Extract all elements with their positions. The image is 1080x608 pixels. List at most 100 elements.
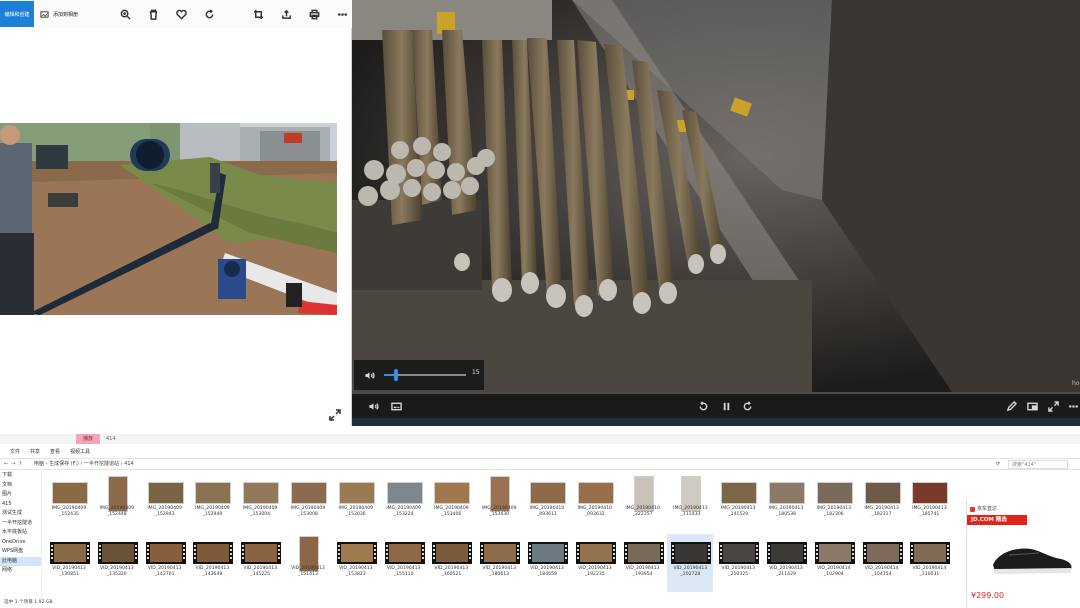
file-name: VID_20190413 _184659 <box>530 566 564 577</box>
rotate-icon[interactable] <box>195 0 223 28</box>
video-file-item[interactable]: VID_20190414 _102904 <box>811 534 857 592</box>
jd-ad-popup[interactable]: 京东直达 JD.COM 精选 ¥299.00 <box>966 501 1080 608</box>
video-file-item[interactable]: VID_20190413 _153823 <box>333 534 379 592</box>
video-file-item[interactable]: VID_20190413 _180613 <box>476 534 522 592</box>
search-input[interactable]: 搜索"414" <box>1008 460 1068 469</box>
print-icon[interactable] <box>300 0 328 28</box>
ribbon-tab-video-tools[interactable]: 视频工具 <box>70 448 90 455</box>
volume-slider-thumb[interactable] <box>394 369 399 381</box>
favorite-icon[interactable] <box>167 0 195 28</box>
image-file-item[interactable]: IMG_20190409 _153430 <box>476 474 522 532</box>
file-name: IMG_20190413 _182306 <box>816 506 852 517</box>
volume-icon[interactable] <box>362 368 376 382</box>
image-thumbnail <box>864 482 901 504</box>
sidebar-item[interactable]: 415 <box>0 500 41 510</box>
fullscreen-expand-icon[interactable] <box>329 406 341 421</box>
image-thumbnail <box>338 482 375 504</box>
image-file-item[interactable]: IMG_20190409 _153224 <box>381 474 427 532</box>
video-file-item[interactable]: VID_20190413 _211429 <box>763 534 809 592</box>
image-file-item[interactable]: IMG_20190410 _093611 <box>524 474 570 532</box>
video-file-item[interactable]: VID_20190414 _110031 <box>906 534 952 592</box>
nav-buttons[interactable]: ←→↑ <box>4 459 26 470</box>
edit-create-button[interactable]: 编辑和创建 <box>0 1 34 27</box>
thumbnail-image <box>436 544 469 562</box>
image-file-item[interactable]: IMG_20190410 _222357 <box>620 474 666 532</box>
volume-popup: 15 <box>354 360 484 390</box>
ribbon-tab-view[interactable]: 查看 <box>50 448 60 455</box>
video-file-item[interactable]: VID_20190413 _135320 <box>94 534 140 592</box>
delete-icon[interactable] <box>139 0 167 28</box>
more-options-icon[interactable] <box>1066 399 1080 413</box>
ribbon-tab-share[interactable]: 共享 <box>30 448 40 455</box>
skip-back-icon[interactable] <box>696 399 710 413</box>
image-file-item[interactable]: IMG_20190413 _185741 <box>906 474 952 532</box>
image-file-item[interactable]: IMG_20190409 _152448 <box>94 474 140 532</box>
video-player-window: 15 hoe <box>352 0 1080 418</box>
sidebar-item[interactable]: OneDrive <box>0 538 41 548</box>
sidebar-item[interactable]: 网络 <box>0 566 41 576</box>
file-name: VID_20190413 _143649 <box>195 566 230 577</box>
sidebar-item[interactable]: 一半开挖隧道 <box>0 519 41 529</box>
sidebar-item[interactable]: 此电脑 <box>0 556 41 566</box>
ad-header-label: 京东直达 <box>977 506 998 512</box>
sidebar-item[interactable]: 图片 <box>0 490 41 500</box>
volume-icon[interactable] <box>366 399 380 413</box>
image-file-item[interactable]: IMG_20190409 _152943 <box>142 474 188 532</box>
thumbnail-image <box>340 544 373 562</box>
video-file-item[interactable]: VID_20190413 _202728 <box>667 534 714 592</box>
video-file-item[interactable]: VID_20190413 _130851 <box>46 534 92 592</box>
video-thumbnail <box>719 542 760 564</box>
video-file-item[interactable]: VID_20190413 _210325 <box>715 534 761 592</box>
image-file-item[interactable]: IMG_20190409 _153004 <box>237 474 283 532</box>
miniview-icon[interactable] <box>1025 399 1039 413</box>
video-file-item[interactable]: VID_20190413 _160521 <box>428 534 474 592</box>
image-file-item[interactable]: IMG_20190409 _153406 <box>428 474 474 532</box>
sidebar-item[interactable]: 测试生成 <box>0 509 41 519</box>
video-file-item[interactable]: VID_20190413 _193954 <box>620 534 666 592</box>
crop-icon[interactable] <box>244 0 272 28</box>
video-file-item[interactable]: VID_20190413 _184659 <box>524 534 570 592</box>
sidebar-item[interactable]: WPS网盘 <box>0 547 41 557</box>
breadcrumb[interactable]: 电脑 › 生成保存 (F:) › 一半开挖隧道站 › 414 <box>34 459 134 470</box>
image-file-item[interactable]: IMG_20190413 _111433 <box>667 474 713 532</box>
refresh-icon[interactable]: ⟳ <box>996 459 1000 470</box>
image-file-item[interactable]: IMG_20190413 _182317 <box>859 474 905 532</box>
tab-play[interactable]: 播放 <box>76 434 100 444</box>
volume-slider[interactable] <box>384 369 466 381</box>
sidebar-item[interactable]: 文档 <box>0 481 41 491</box>
image-file-item[interactable]: IMG_20190409 _153008 <box>285 474 331 532</box>
video-file-item[interactable]: VID_20190413 _192235 <box>572 534 618 592</box>
video-file-item[interactable]: VID_20190414 _104154 <box>859 534 905 592</box>
pause-icon[interactable] <box>719 399 733 413</box>
image-file-item[interactable]: VID_20190413 _151413 <box>285 534 331 592</box>
video-file-item[interactable]: VID_20190413 _145225 <box>237 534 283 592</box>
video-file-item[interactable]: VID_20190413 _142701 <box>142 534 188 592</box>
zoom-icon[interactable] <box>111 0 139 28</box>
image-file-item[interactable]: IMG_20190413 _141529 <box>715 474 761 532</box>
image-thumbnail <box>769 482 805 504</box>
edit-pen-icon[interactable] <box>1004 399 1018 413</box>
video-frame-drill-rods[interactable] <box>352 0 1080 392</box>
subtitles-icon[interactable] <box>389 399 403 413</box>
ribbon-tab-file[interactable]: 文件 <box>10 448 20 455</box>
file-name: IMG_20190413 _180538 <box>768 506 804 517</box>
ad-banner[interactable]: JD.COM 精选 <box>967 515 1027 525</box>
video-file-item[interactable]: VID_20190413 _155110 <box>381 534 427 592</box>
thumbnail-image <box>149 544 182 562</box>
video-file-item[interactable]: VID_20190413 _143649 <box>189 534 235 592</box>
time-remaining: hoe <box>1072 380 1080 387</box>
sidebar-item[interactable]: 下载 <box>0 471 41 481</box>
sidebar-item[interactable]: 水平底板站 <box>0 528 41 538</box>
share-icon[interactable] <box>272 0 300 28</box>
image-file-item[interactable]: IMG_20190413 _180538 <box>763 474 809 532</box>
image-file-item[interactable]: IMG_20190409 _153036 <box>333 474 379 532</box>
thumbnail-image <box>388 544 421 562</box>
fullscreen-icon[interactable] <box>1046 399 1060 413</box>
image-file-item[interactable]: IMG_20190409 _152435 <box>46 474 92 532</box>
skip-forward-icon[interactable] <box>740 399 754 413</box>
image-file-item[interactable]: IMG_20190413 _182306 <box>811 474 857 532</box>
shoe-product-image[interactable] <box>989 537 1075 577</box>
add-to-album-button[interactable]: 添加到相册 <box>40 10 118 19</box>
image-file-item[interactable]: IMG_20190410 _093632 <box>572 474 618 532</box>
image-file-item[interactable]: IMG_20190409 _152949 <box>189 474 235 532</box>
